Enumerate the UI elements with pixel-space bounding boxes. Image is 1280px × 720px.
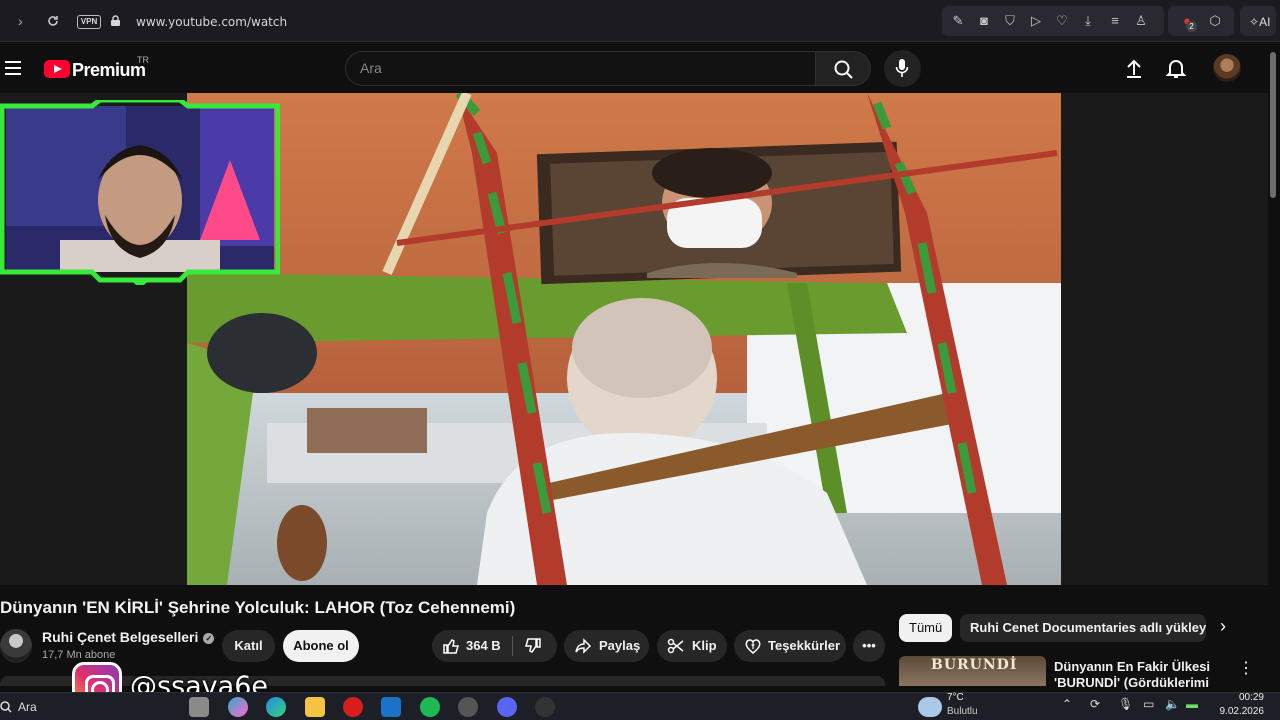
battery-icon[interactable]: ▬ [1186,697,1198,711]
cube-icon[interactable]: ⬡ [1206,12,1224,30]
clock-date[interactable]: 9.02.2026 [1212,706,1265,717]
copilot-icon[interactable] [228,697,248,717]
spotify-icon[interactable] [420,697,440,717]
browser-toolbar: › VPN www.youtube.com/watch ✎ ◙ ⛉ ▷ ♡ ⤓ … [0,0,1280,42]
clock-time[interactable]: 00:29 [1218,692,1264,703]
share-label: Paylaş [599,638,641,653]
menu-icon[interactable] [5,61,21,75]
clip-button[interactable]: Klip [657,630,727,662]
reload-icon[interactable] [46,14,60,28]
voice-search-button[interactable] [884,50,921,87]
notifications-icon[interactable] [1164,56,1188,80]
upload-icon[interactable] [1122,56,1146,80]
discord-icon[interactable] [497,697,517,717]
edge-icon[interactable] [266,697,286,717]
channel-name-link[interactable]: Ruhi Çenet Belgeselleri ✓ [42,629,215,645]
region-code: TR [137,55,149,65]
ai-label: AI [1259,15,1271,29]
app-icon[interactable] [535,697,555,717]
subscribe-button[interactable]: Abone ol [283,630,359,662]
chip-uploader[interactable]: Ruhi Cenet Documentaries adlı yükleyicid… [960,614,1206,642]
chevron-right-icon[interactable]: › [1220,616,1226,637]
search-box [345,51,816,86]
channel-avatar[interactable] [0,629,32,663]
page-scrollbar[interactable] [1270,52,1276,198]
account-avatar[interactable] [1213,54,1241,82]
super-thanks-icon [745,639,761,654]
edit-icon[interactable]: ✎ [949,12,967,30]
share-button[interactable]: Paylaş [564,630,649,662]
chip-all[interactable]: Tümü [899,614,953,642]
chevron-up-icon[interactable]: ⌃ [1062,697,1072,711]
camera-icon[interactable]: ◙ [975,12,993,30]
sparkle-icon: ✧ [1249,15,1260,29]
file-explorer-icon[interactable] [305,697,325,717]
channel-name: Ruhi Çenet Belgeselleri [42,629,199,645]
address-bar[interactable]: www.youtube.com/watch [136,15,287,29]
volume-icon[interactable]: 🔈 [1165,697,1180,711]
forward-icon[interactable]: › [18,13,23,29]
vpn-badge[interactable]: VPN [77,15,101,29]
search-icon [834,60,853,79]
video-frame[interactable] [187,93,1061,585]
taskbar-search[interactable]: Ara [18,700,37,714]
like-icon[interactable] [442,637,460,655]
taskbar-search-icon[interactable] [0,701,12,713]
file-app-icon[interactable] [189,697,209,717]
thanks-label: Teşekkürler [768,638,841,653]
youtube-logo-icon[interactable] [44,60,70,78]
mail-icon[interactable] [381,697,401,717]
recommendation-menu-icon[interactable]: ⋮ [1238,658,1254,678]
weather-icon[interactable] [918,697,942,717]
extension-badge: 2 [1186,21,1197,32]
clip-label: Klip [692,638,717,653]
scissors-icon [667,638,684,654]
like-dislike-group: 364 B [432,630,557,662]
play-icon[interactable]: ▷ [1027,12,1045,30]
recommendation-thumbnail[interactable]: BURUNDİ [899,656,1046,686]
more-icon: ••• [862,638,876,653]
streamer-webcam-image [0,100,280,285]
like-divider [512,636,513,656]
microphone-icon [895,59,909,77]
thanks-button[interactable]: Teşekkürler [734,630,846,662]
list-icon[interactable]: ≡ [1106,12,1124,30]
ai-button[interactable]: ✧AI [1249,15,1270,29]
search-input[interactable] [360,60,800,76]
subscriber-count: 17,7 Mn abone [42,649,116,661]
video-title: Dünyanın 'EN KİRLİ' Şehrine Yolculuk: LA… [0,598,516,617]
join-button[interactable]: Katıl [222,630,275,662]
opera-icon[interactable] [343,697,363,717]
verified-icon: ✓ [203,632,215,644]
taskbar: Ara [0,692,1280,720]
network-icon[interactable]: ▭ [1143,697,1154,711]
more-actions-button[interactable]: ••• [853,630,885,662]
shield-icon[interactable]: ⛉ [1001,12,1019,30]
dislike-icon[interactable] [524,637,542,655]
share-icon [575,638,592,654]
chatgpt-icon[interactable] [458,697,478,717]
sync-icon[interactable]: ⟳ [1090,697,1100,711]
weather-condition: Bulutlu [947,706,978,717]
profile-icon[interactable]: ♙ [1132,12,1150,30]
like-count[interactable]: 364 B [466,630,501,662]
search-button[interactable] [815,51,871,86]
weather-temperature: 7°C [947,692,964,703]
youtube-header: Premium TR [0,43,1280,93]
rickshaw-scene-image [187,93,1061,585]
download-icon[interactable]: ⤓ [1079,12,1097,30]
thumbnail-text: BURUNDİ [931,657,1018,673]
lock-icon[interactable] [111,15,120,26]
heart-icon[interactable]: ♡ [1053,12,1071,30]
brand-name[interactable]: Premium [72,60,146,81]
microphone-tray-icon[interactable]: 🎙 [1118,697,1133,711]
video-player[interactable] [0,93,1268,585]
